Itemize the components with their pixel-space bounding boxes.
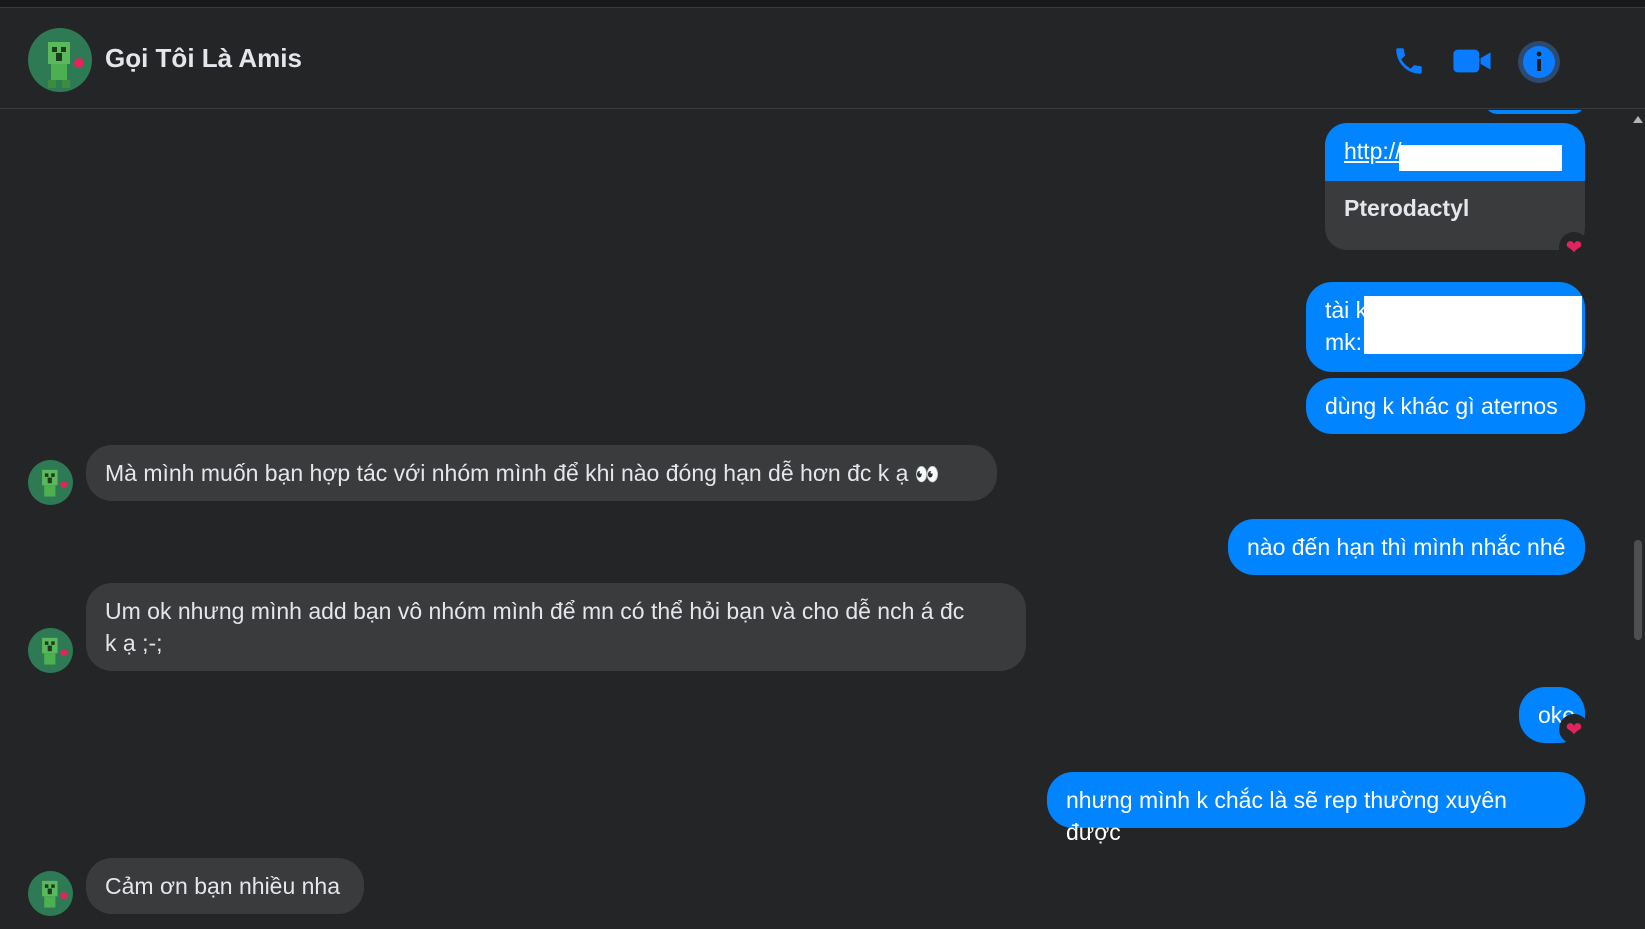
message-cooperate-text: Mà mình muốn bạn hợp tác với nhóm mình đ… (105, 460, 909, 486)
contact-name[interactable]: Gọi Tôi Là Amis (105, 43, 302, 74)
eyes-emoji: 👀 (914, 464, 940, 486)
messenger-window: Gọi Tôi Là Amis http:// Pterodactyl ❤ tà… (0, 0, 1645, 929)
phone-icon[interactable] (1387, 39, 1431, 83)
message-add-group-line2: k ạ ;-; (105, 630, 163, 656)
message-add-group-line1: Um ok nhưng mình add bạn vô nhóm mình để… (105, 598, 965, 624)
link-url[interactable]: http:// (1344, 138, 1402, 165)
contact-avatar[interactable] (28, 28, 92, 92)
heart-reaction-icon[interactable]: ❤ (1559, 232, 1589, 262)
scrollbar[interactable] (1630, 110, 1645, 929)
message-aternos[interactable]: dùng k khác gì aternos (1306, 378, 1585, 434)
contact-avatar-small[interactable] (28, 460, 73, 505)
conversation-header: Gọi Tôi Là Amis (0, 9, 1645, 109)
scroll-up-arrow-icon[interactable] (1633, 116, 1643, 123)
message-thanks[interactable]: Cảm ơn bạn nhiều nha (86, 858, 364, 914)
redacted-block (1399, 145, 1562, 171)
contact-avatar-small[interactable] (28, 628, 73, 673)
link-preview-card[interactable]: http:// Pterodactyl (1325, 123, 1585, 250)
message-add-group[interactable]: Um ok nhưng mình add bạn vô nhóm mình để… (86, 583, 1026, 671)
previous-message-bubble[interactable] (1485, 110, 1585, 114)
redacted-block (1364, 296, 1582, 354)
info-icon[interactable] (1516, 39, 1562, 85)
scroll-thumb[interactable] (1634, 540, 1642, 640)
message-list[interactable]: http:// Pterodactyl ❤ tài k mk: dùng k k… (0, 110, 1630, 929)
contact-avatar-small[interactable] (28, 871, 73, 916)
video-camera-icon[interactable] (1450, 39, 1494, 83)
message-remind[interactable]: nào đến hạn thì mình nhắc nhé (1228, 519, 1585, 575)
message-not-sure[interactable]: nhưng mình k chắc là sẽ rep thường xuyên… (1047, 772, 1585, 845)
link-preview-header: http:// (1325, 123, 1585, 181)
link-title: Pterodactyl (1344, 195, 1470, 221)
message-cooperate[interactable]: Mà mình muốn bạn hợp tác với nhóm mình đ… (86, 445, 997, 501)
heart-reaction-icon[interactable]: ❤ (1559, 714, 1589, 744)
window-top-border (0, 0, 1645, 8)
